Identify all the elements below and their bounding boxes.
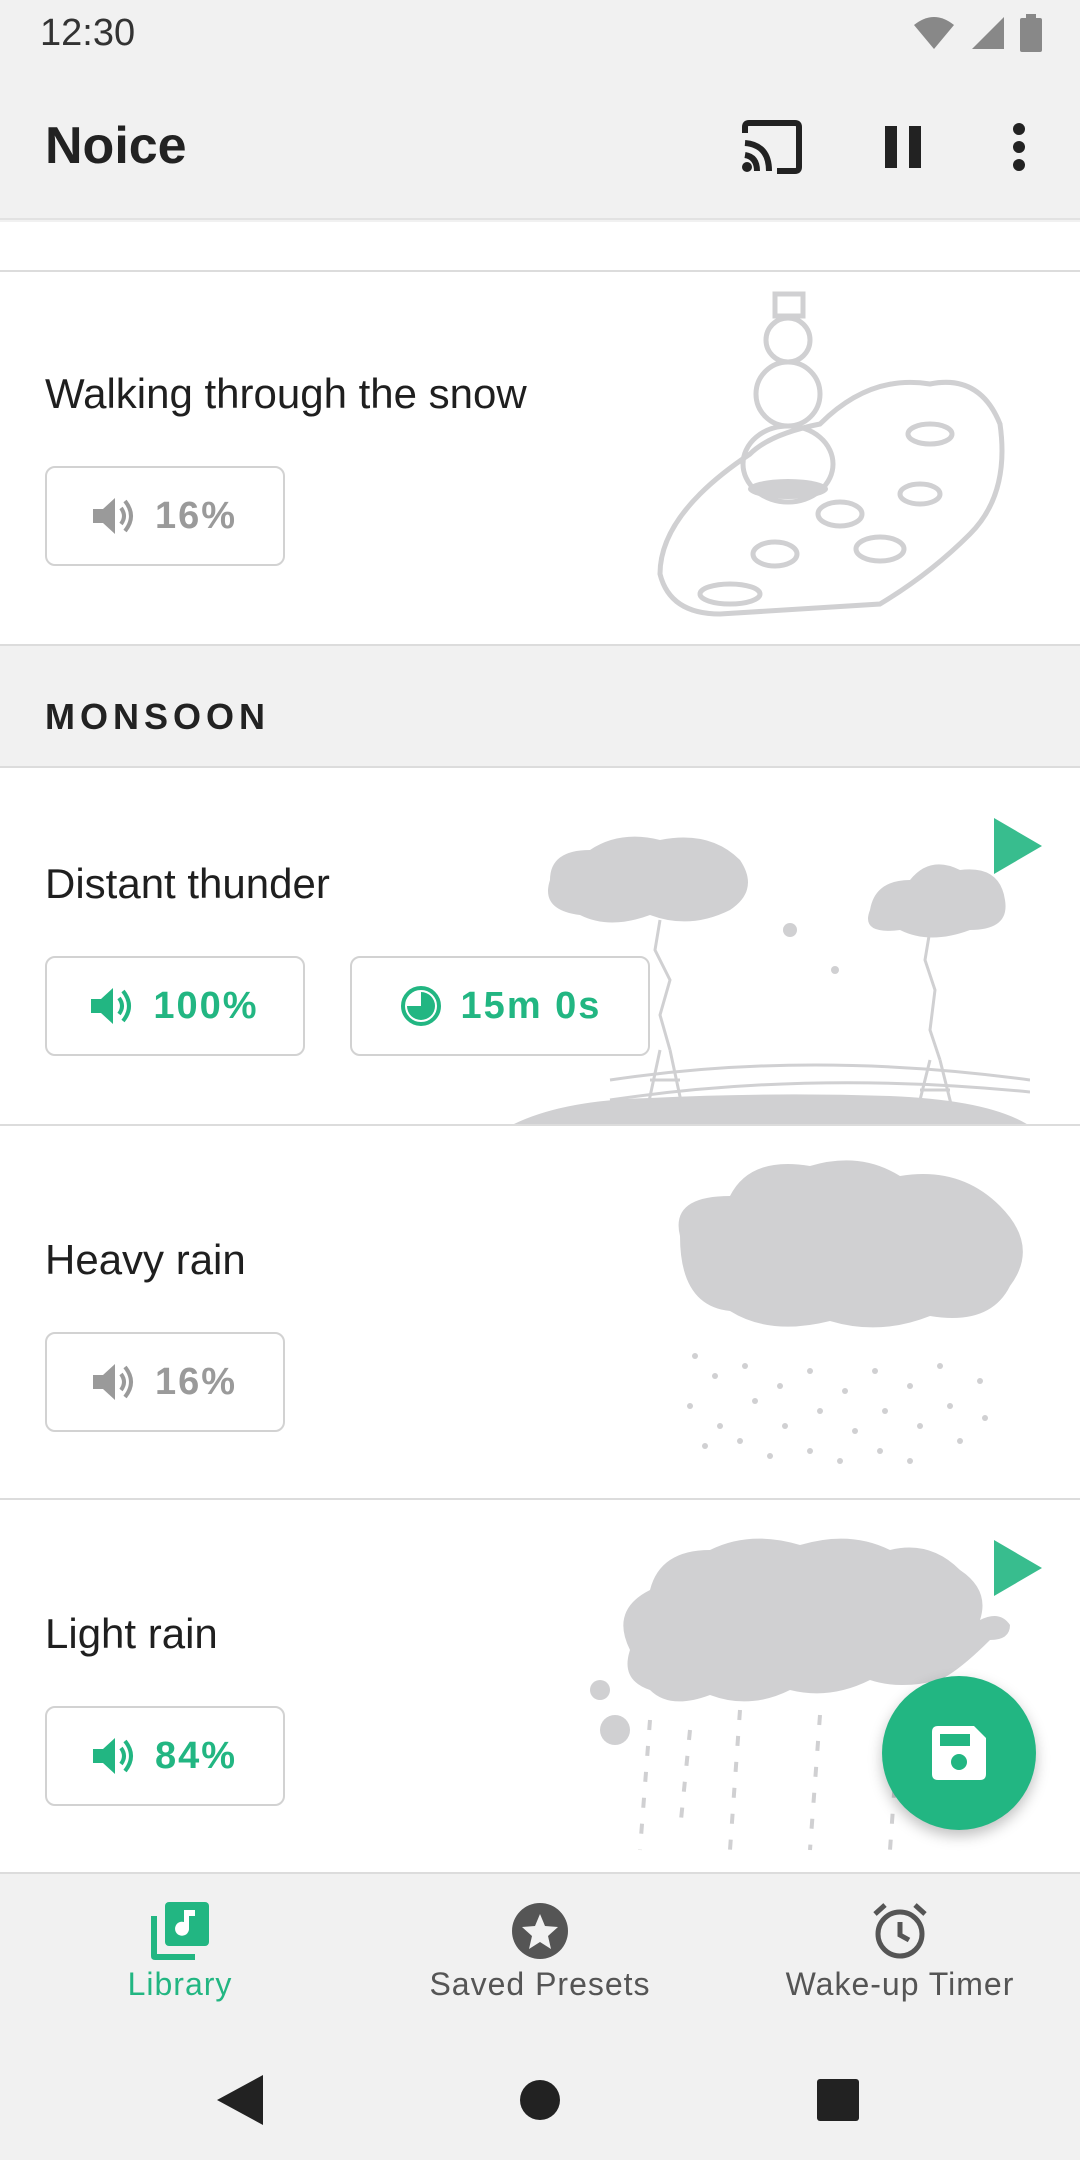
volume-chip[interactable]: 100% [45, 956, 305, 1056]
nav-item-library[interactable]: Library [0, 1874, 360, 2042]
sound-title: Distant thunder [45, 860, 330, 907]
system-home-button[interactable] [510, 2070, 570, 2130]
cast-icon [742, 120, 802, 174]
app-bar: Noice [0, 68, 1080, 220]
sound-library-list[interactable]: Walking through the snow 16% MONSOON Dis… [0, 222, 1080, 1872]
sound-title: Heavy rain [45, 1236, 246, 1283]
system-navigation-bar [0, 2040, 1080, 2160]
playing-indicator-icon [994, 818, 1042, 874]
volume-icon [92, 1364, 133, 1400]
playing-indicator-icon [994, 1540, 1042, 1596]
section-label: MONSOON [45, 696, 271, 737]
volume-value: 16% [154, 1360, 238, 1403]
sound-card-heavy-rain[interactable]: Heavy rain 16% [0, 1126, 1080, 1500]
library-music-icon [151, 1902, 209, 1960]
bottom-navigation: Library Saved Presets Wake-up Timer [0, 1872, 1080, 2040]
sound-card-distant-thunder[interactable]: Distant thunder 100% 15m 0s [0, 770, 1080, 1126]
timer-pie-icon [400, 986, 441, 1026]
volume-icon [92, 498, 133, 534]
nav-label: Library [127, 1966, 233, 2002]
status-bar: 12:30 [0, 0, 1080, 68]
alarm-icon [873, 1903, 927, 1959]
timer-chip[interactable]: 15m 0s [350, 956, 650, 1056]
more-vert-icon [1013, 123, 1025, 171]
nav-label: Wake-up Timer [785, 1966, 1015, 2002]
nav-item-saved-presets[interactable]: Saved Presets [360, 1874, 720, 2042]
signal-icon [972, 17, 1004, 49]
system-recents-button[interactable] [808, 2070, 868, 2130]
nav-label: Saved Presets [429, 1966, 651, 2002]
pause-button[interactable] [868, 112, 938, 182]
nav-item-wake-up-timer[interactable]: Wake-up Timer [720, 1874, 1080, 2042]
pause-icon [885, 126, 921, 168]
volume-chip[interactable]: 16% [45, 466, 285, 566]
back-icon [217, 2075, 263, 2125]
save-icon [932, 1726, 986, 1780]
volume-icon [91, 988, 132, 1024]
sound-card-walking-snow[interactable]: Walking through the snow 16% [0, 274, 1080, 646]
recents-icon [817, 2079, 859, 2121]
home-icon [520, 2080, 560, 2120]
sound-title: Walking through the snow [45, 370, 527, 417]
save-preset-fab[interactable] [882, 1676, 1036, 1830]
sound-title: Light rain [45, 1610, 218, 1657]
volume-chip[interactable]: 84% [45, 1706, 285, 1806]
volume-chip[interactable]: 16% [45, 1332, 285, 1432]
star-circle-icon [512, 1903, 568, 1959]
status-icons [912, 14, 1042, 52]
heavy-rain-illustration [678, 1160, 1023, 1464]
cast-button[interactable] [736, 112, 806, 182]
wifi-icon [914, 17, 954, 49]
volume-value: 100% [153, 984, 259, 1027]
volume-value: 84% [154, 1734, 238, 1777]
timer-value: 15m 0s [460, 984, 602, 1027]
volume-icon [92, 1738, 133, 1774]
app-title: Noice [45, 117, 187, 175]
snowman-illustration [657, 291, 1005, 617]
status-time: 12:30 [40, 12, 136, 54]
system-back-button[interactable] [210, 2070, 270, 2130]
section-header-monsoon: MONSOON [0, 646, 1080, 768]
more-options-button[interactable] [984, 112, 1054, 182]
list-item-partial [0, 222, 1080, 272]
volume-value: 16% [154, 494, 238, 537]
battery-icon [1020, 14, 1042, 52]
